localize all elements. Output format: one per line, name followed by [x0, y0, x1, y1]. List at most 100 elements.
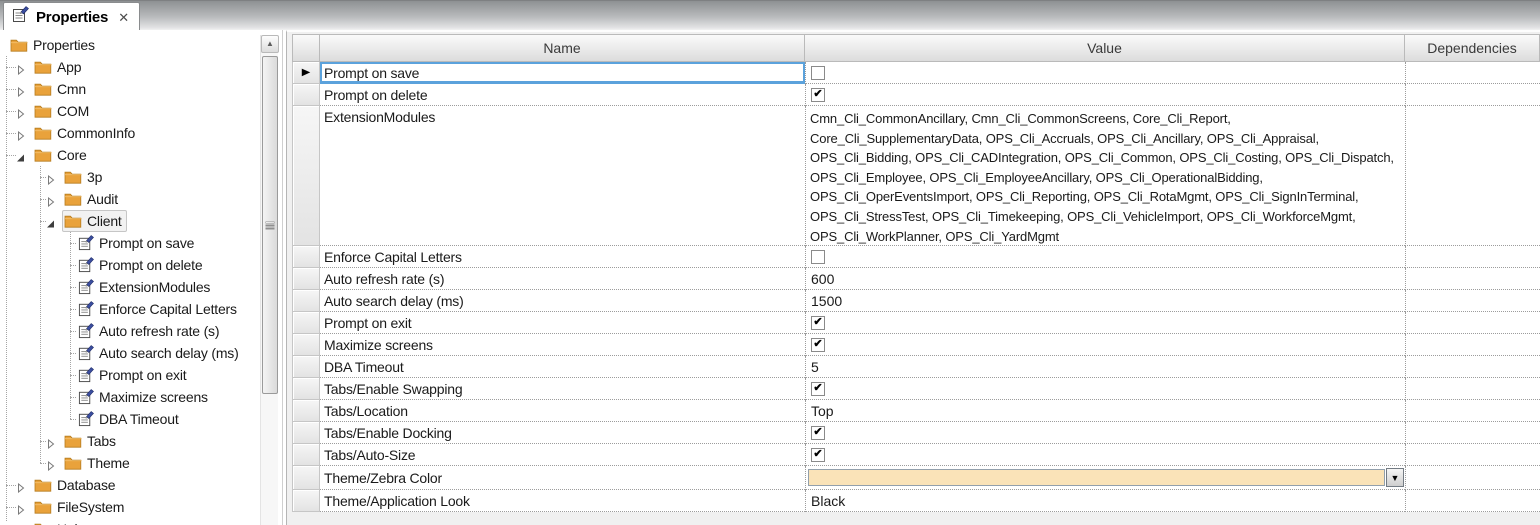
value-cell[interactable]: ✔: [805, 422, 1405, 444]
dropdown-button[interactable]: ▼: [1386, 468, 1404, 487]
checkbox-checked[interactable]: ✔: [811, 447, 825, 462]
expand-icon[interactable]: [16, 106, 26, 120]
value-cell[interactable]: 5: [805, 356, 1405, 378]
value-cell[interactable]: Cmn_Cli_CommonAncillary, Cmn_Cli_CommonS…: [805, 106, 1405, 246]
row-header[interactable]: [292, 444, 320, 466]
value-cell[interactable]: ✔: [805, 312, 1405, 334]
tree-item-prompt-on-delete[interactable]: Prompt on delete: [0, 254, 282, 276]
expand-icon[interactable]: [16, 502, 26, 516]
name-cell[interactable]: Tabs/Location: [320, 400, 805, 422]
tree-item-3p[interactable]: 3p: [0, 166, 282, 188]
name-cell[interactable]: Tabs/Auto-Size: [320, 444, 805, 466]
name-cell[interactable]: Auto search delay (ms): [320, 290, 805, 312]
expand-icon[interactable]: [46, 172, 56, 186]
row-header[interactable]: [292, 334, 320, 356]
row-header[interactable]: [292, 422, 320, 444]
tree-item-filesystem[interactable]: FileSystem: [0, 496, 282, 518]
row-header[interactable]: [292, 378, 320, 400]
checkbox-checked[interactable]: ✔: [811, 381, 825, 396]
tree-item-app[interactable]: App: [0, 56, 282, 78]
color-swatch[interactable]: [808, 469, 1385, 486]
row-header[interactable]: [292, 290, 320, 312]
tree-scrollbar[interactable]: ▲: [260, 35, 279, 525]
tree-item-theme[interactable]: Theme: [0, 452, 282, 474]
dependencies-cell[interactable]: [1405, 312, 1540, 334]
row-header[interactable]: [292, 466, 320, 490]
name-cell[interactable]: Prompt on delete: [320, 84, 805, 106]
expand-icon[interactable]: [16, 128, 26, 142]
dependencies-cell[interactable]: [1405, 466, 1540, 490]
name-cell[interactable]: Maximize screens: [320, 334, 805, 356]
column-header-dependencies[interactable]: Dependencies: [1405, 34, 1540, 62]
dependencies-cell[interactable]: [1405, 334, 1540, 356]
checkbox-checked[interactable]: ✔: [811, 87, 825, 102]
dependencies-cell[interactable]: [1405, 400, 1540, 422]
value-cell[interactable]: Black: [805, 490, 1405, 512]
name-cell[interactable]: Prompt on exit: [320, 312, 805, 334]
column-header-value[interactable]: Value: [805, 34, 1405, 62]
name-cell[interactable]: Tabs/Enable Swapping: [320, 378, 805, 400]
name-cell[interactable]: Prompt on save: [320, 62, 805, 84]
dependencies-cell[interactable]: [1405, 490, 1540, 512]
dependencies-cell[interactable]: [1405, 62, 1540, 84]
dependencies-cell[interactable]: [1405, 290, 1540, 312]
tree-item-enforce-capital-letters[interactable]: Enforce Capital Letters: [0, 298, 282, 320]
tree-item-database[interactable]: Database: [0, 474, 282, 496]
value-cell[interactable]: [805, 246, 1405, 268]
row-header[interactable]: [292, 490, 320, 512]
tree-item-client[interactable]: Client: [0, 210, 282, 232]
tree-item-prompt-on-save[interactable]: Prompt on save: [0, 232, 282, 254]
tree-item-auto-search-delay-ms[interactable]: Auto search delay (ms): [0, 342, 282, 364]
row-header[interactable]: [292, 312, 320, 334]
checkbox-unchecked[interactable]: [811, 249, 825, 264]
name-cell[interactable]: Theme/Application Look: [320, 490, 805, 512]
checkbox-checked[interactable]: ✔: [811, 337, 825, 352]
tree-item-tabs[interactable]: Tabs: [0, 430, 282, 452]
tree-item-maximize-screens[interactable]: Maximize screens: [0, 386, 282, 408]
dependencies-cell[interactable]: [1405, 422, 1540, 444]
dependencies-cell[interactable]: [1405, 444, 1540, 466]
tree-item-commoninfo[interactable]: CommonInfo: [0, 122, 282, 144]
value-cell[interactable]: Top: [805, 400, 1405, 422]
collapse-icon[interactable]: [16, 150, 26, 162]
name-cell[interactable]: Auto refresh rate (s): [320, 268, 805, 290]
tab-properties[interactable]: Properties ✕: [3, 2, 141, 31]
tree-item-extensionmodules[interactable]: ExtensionModules: [0, 276, 282, 298]
tree-item-prompt-on-exit[interactable]: Prompt on exit: [0, 364, 282, 386]
column-header-name[interactable]: Name: [320, 34, 805, 62]
row-header[interactable]: [292, 268, 320, 290]
dependencies-cell[interactable]: [1405, 268, 1540, 290]
dependencies-cell[interactable]: [1405, 356, 1540, 378]
checkbox-checked[interactable]: ✔: [811, 425, 825, 440]
value-cell[interactable]: ✔: [805, 334, 1405, 356]
name-cell[interactable]: Tabs/Enable Docking: [320, 422, 805, 444]
row-header[interactable]: [292, 356, 320, 378]
name-cell[interactable]: ExtensionModules: [320, 106, 805, 246]
tree-item-properties[interactable]: Properties: [0, 34, 282, 56]
name-cell[interactable]: Theme/Zebra Color: [320, 466, 805, 490]
row-header[interactable]: [292, 84, 320, 106]
dependencies-cell[interactable]: [1405, 84, 1540, 106]
name-cell[interactable]: DBA Timeout: [320, 356, 805, 378]
expand-icon[interactable]: [16, 62, 26, 76]
value-cell[interactable]: [805, 62, 1405, 84]
color-picker-editor[interactable]: ▼: [806, 466, 1405, 489]
value-cell[interactable]: ▼: [805, 466, 1405, 490]
tab-close-icon[interactable]: ✕: [118, 11, 129, 24]
row-header[interactable]: [292, 400, 320, 422]
tree-item-audit[interactable]: Audit: [0, 188, 282, 210]
tree-item-cmn[interactable]: Cmn: [0, 78, 282, 100]
expand-icon[interactable]: [46, 458, 56, 472]
row-header[interactable]: ▶: [292, 62, 320, 84]
dependencies-cell[interactable]: [1405, 106, 1540, 246]
value-cell[interactable]: ✔: [805, 444, 1405, 466]
value-cell[interactable]: ✔: [805, 378, 1405, 400]
dependencies-cell[interactable]: [1405, 378, 1540, 400]
checkbox-checked[interactable]: ✔: [811, 315, 825, 330]
value-cell[interactable]: 600: [805, 268, 1405, 290]
name-cell[interactable]: Enforce Capital Letters: [320, 246, 805, 268]
collapse-icon[interactable]: [46, 216, 56, 228]
checkbox-unchecked[interactable]: [811, 65, 825, 80]
expand-icon[interactable]: [16, 84, 26, 98]
tree-item-auto-refresh-rate-s[interactable]: Auto refresh rate (s): [0, 320, 282, 342]
